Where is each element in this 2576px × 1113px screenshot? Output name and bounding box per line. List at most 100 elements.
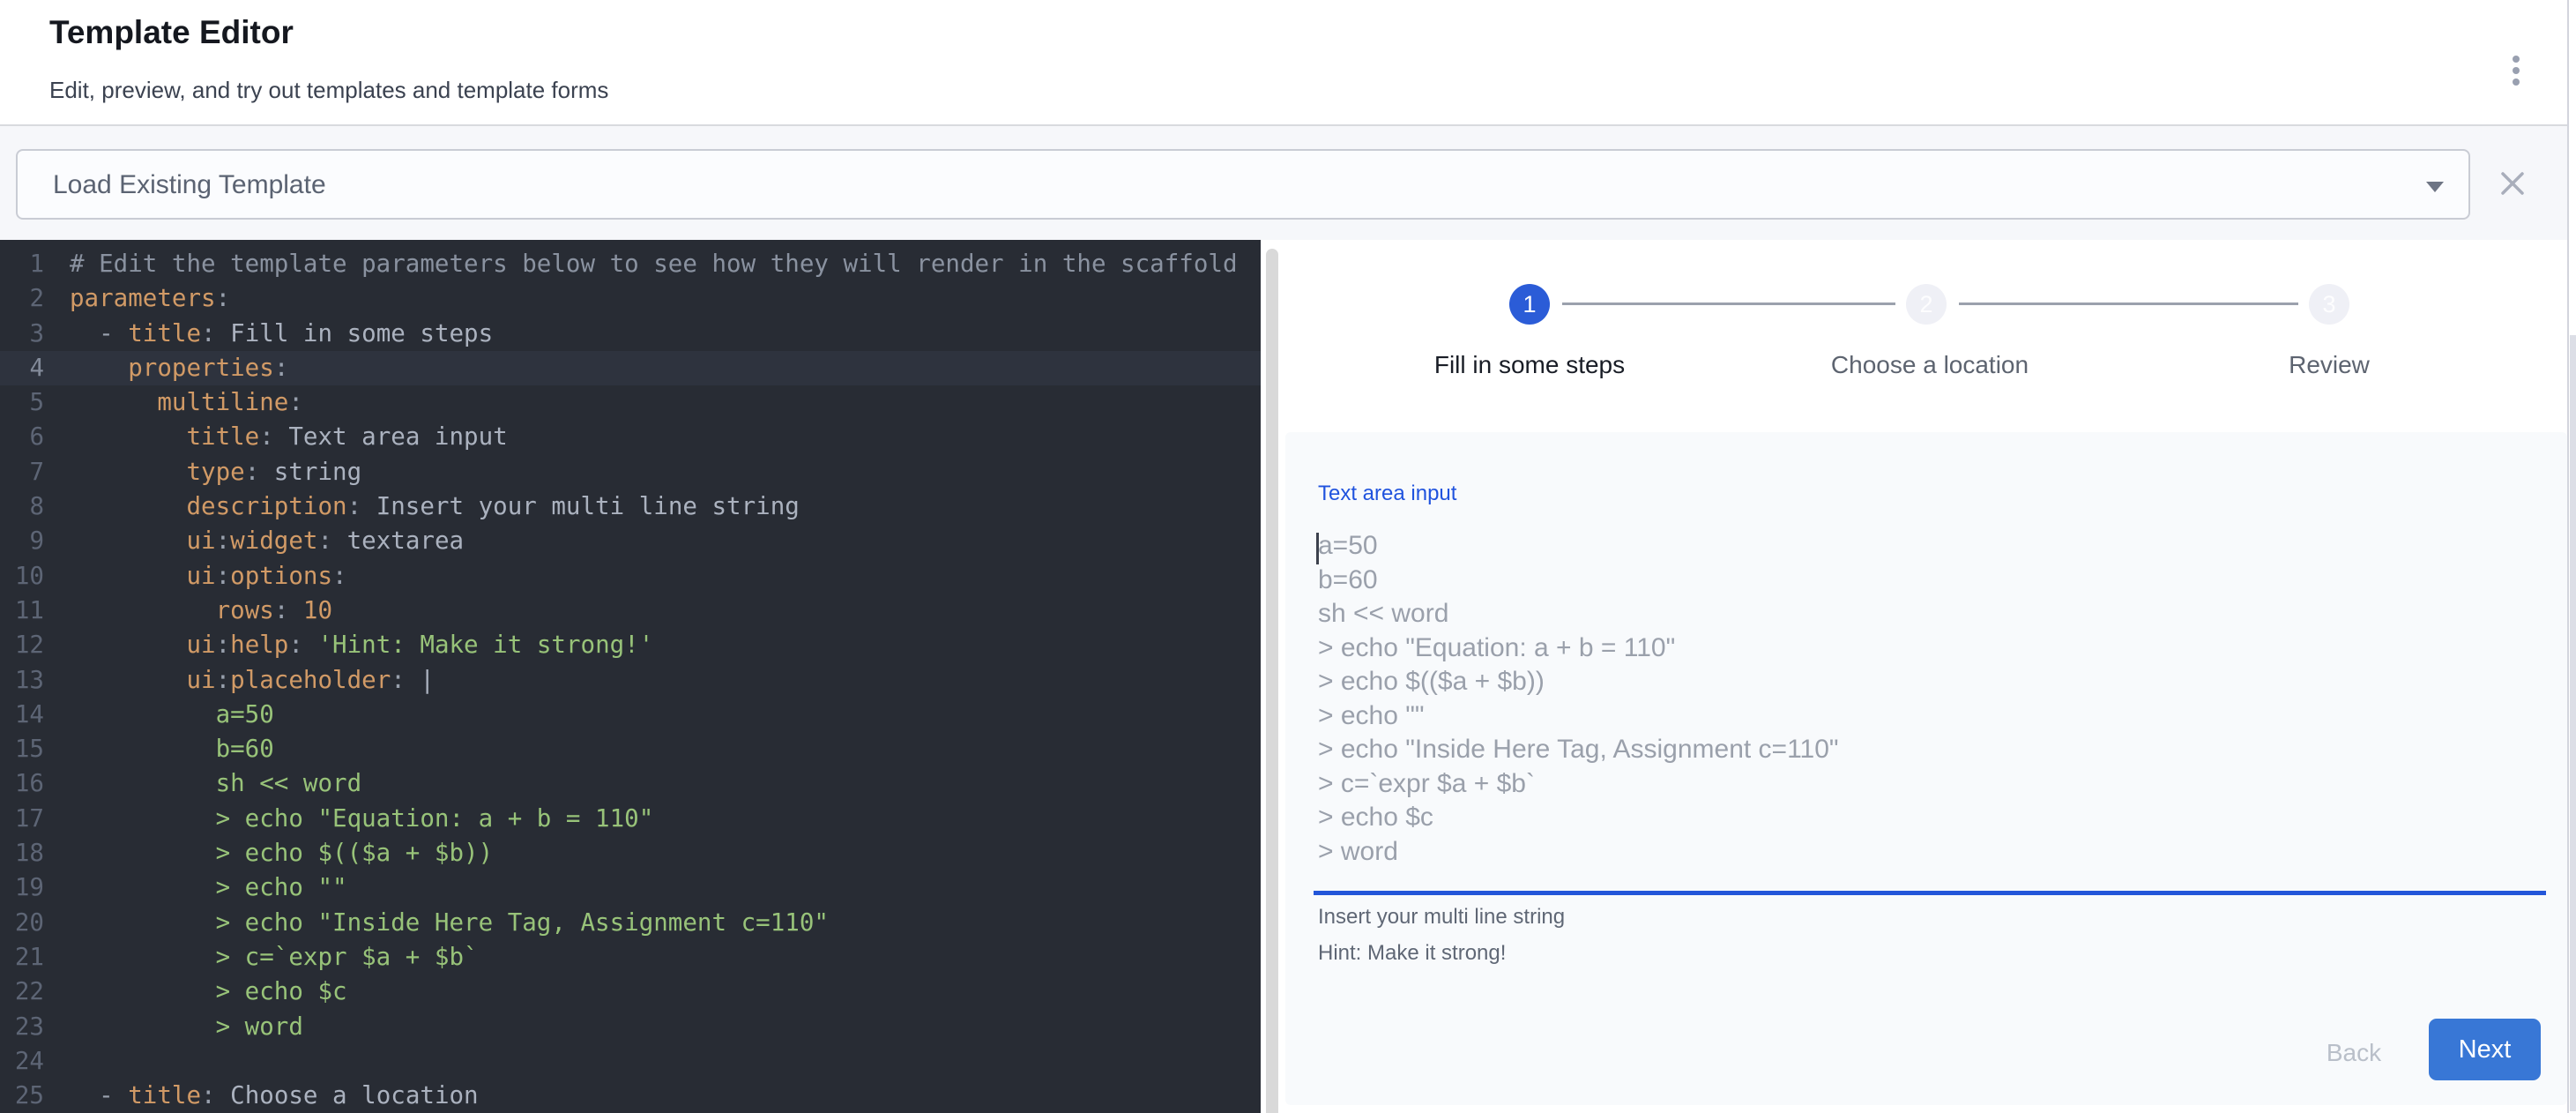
line-number: 25 [0,1079,44,1113]
code-line[interactable]: 10 ui:options: [0,559,1261,594]
code-text: > echo $c [44,975,347,1009]
code-text: # Edit the template parameters below to … [44,247,1238,281]
clear-selection-button[interactable] [2495,167,2530,202]
code-text: > c=`expr $a + $b` [44,940,479,975]
kebab-menu-icon [2513,56,2520,63]
code-text: ui:placeholder: | [44,663,435,698]
line-number: 18 [0,836,44,870]
code-line[interactable]: 24 [0,1044,1261,1079]
stepper-step-3-circle[interactable]: 3 [2309,284,2349,325]
code-line[interactable]: 20 > echo "Inside Here Tag, Assignment c… [0,906,1261,940]
code-text: - title: Choose a location [44,1079,479,1113]
code-text: sh << word [44,766,361,801]
line-number: 10 [0,559,44,594]
editor-scrollbar[interactable] [1266,249,1278,1113]
code-line[interactable]: 12 ui:help: 'Hint: Make it strong!' [0,628,1261,662]
line-number: 2 [0,281,44,316]
code-text: rows: 10 [44,594,332,628]
code-text: > echo $(($a + $b)) [44,836,493,870]
code-line[interactable]: 2parameters: [0,281,1261,316]
code-text: title: Text area input [44,420,508,454]
template-preview-panel: 1 2 3 Fill in some steps Choose a locati… [1278,240,2567,1113]
code-text: b=60 [44,732,274,766]
line-number: 15 [0,732,44,766]
textarea-placeholder: a=50 b=60 sh << word > echo "Equation: a… [1318,529,1839,869]
line-number: 8 [0,489,44,524]
code-line[interactable]: 13 ui:placeholder: | [0,663,1261,698]
code-text: ui:widget: textarea [44,524,464,558]
code-line[interactable]: 19 > echo "" [0,870,1261,905]
code-text: multiline: [44,385,303,420]
stepper-connector [1959,303,2298,305]
page-header: Template Editor Edit, preview, and try o… [0,0,2576,126]
line-number: 12 [0,628,44,662]
code-text: ui:options: [44,559,347,594]
back-button[interactable]: Back [2301,1034,2407,1072]
next-button[interactable]: Next [2429,1019,2541,1080]
textarea-field-label: Text area input [1318,482,1456,506]
page-title: Template Editor [49,14,294,51]
code-text: parameters: [44,281,230,316]
code-line[interactable]: 15 b=60 [0,732,1261,766]
code-line[interactable]: 23 > word [0,1010,1261,1044]
line-number: 20 [0,906,44,940]
code-line[interactable]: 16 sh << word [0,766,1261,801]
line-number: 7 [0,455,44,489]
line-number: 4 [0,351,44,385]
form-card: Text area input a=50 b=60 sh << word > e… [1285,432,2567,1105]
code-line[interactable]: 9 ui:widget: textarea [0,524,1261,558]
field-help-text: Hint: Make it strong! [1318,941,1506,966]
template-editor-page: Template Editor Edit, preview, and try o… [0,0,2576,1113]
stepper-step-3-label: Review [2153,351,2505,379]
yaml-code-editor[interactable]: 1# Edit the template parameters below to… [0,240,1261,1113]
chevron-down-icon [2426,182,2444,192]
code-line[interactable]: 6 title: Text area input [0,420,1261,454]
field-description: Insert your multi line string [1318,905,1565,930]
code-line[interactable]: 22 > echo $c [0,975,1261,1009]
code-text: > echo "" [44,870,347,905]
line-number: 19 [0,870,44,905]
code-line[interactable]: 1# Edit the template parameters below to… [0,247,1261,281]
line-number: 11 [0,594,44,628]
code-line[interactable]: 21 > c=`expr $a + $b` [0,940,1261,975]
line-number: 13 [0,663,44,698]
code-line[interactable]: 11 rows: 10 [0,594,1261,628]
code-text: - title: Fill in some steps [44,317,493,351]
line-number: 5 [0,385,44,420]
code-line[interactable]: 4 properties: [0,351,1261,385]
textarea-focus-underline [1314,891,2546,895]
code-text: > word [44,1010,303,1044]
code-text: ui:help: 'Hint: Make it strong!' [44,628,653,662]
code-line[interactable]: 8 description: Insert your multi line st… [0,489,1261,524]
code-line[interactable]: 3 - title: Fill in some steps [0,317,1261,351]
stepper-step-1-circle[interactable]: 1 [1509,284,1550,325]
line-number: 14 [0,698,44,732]
page-scrollbar-thumb[interactable] [2570,335,2576,1111]
line-number: 16 [0,766,44,801]
line-number: 6 [0,420,44,454]
line-number: 3 [0,317,44,351]
line-number: 23 [0,1010,44,1044]
stepper-step-2-circle[interactable]: 2 [1906,284,1947,325]
load-existing-template-select[interactable]: Load Existing Template [16,149,2470,220]
line-number: 9 [0,524,44,558]
line-number: 22 [0,975,44,1009]
code-text: > echo "Inside Here Tag, Assignment c=11… [44,906,829,940]
code-line[interactable]: 14 a=50 [0,698,1261,732]
page-scrollbar[interactable] [2567,0,2576,1113]
code-text: type: string [44,455,361,489]
code-line[interactable]: 7 type: string [0,455,1261,489]
code-line[interactable]: 18 > echo $(($a + $b)) [0,836,1261,870]
code-line[interactable]: 25 - title: Choose a location [0,1079,1261,1113]
multiline-textarea[interactable]: a=50 b=60 sh << word > echo "Equation: a… [1314,524,2550,878]
load-existing-template-label: Load Existing Template [53,151,326,220]
stepper-connector [1562,303,1895,305]
line-number: 17 [0,802,44,836]
line-number: 24 [0,1044,44,1079]
code-line[interactable]: 5 multiline: [0,385,1261,420]
line-number: 1 [0,247,44,281]
code-text [44,1044,70,1079]
kebab-menu-button[interactable] [2498,42,2534,99]
stepper-step-2-label: Choose a location [1753,351,2106,379]
code-line[interactable]: 17 > echo "Equation: a + b = 110" [0,802,1261,836]
